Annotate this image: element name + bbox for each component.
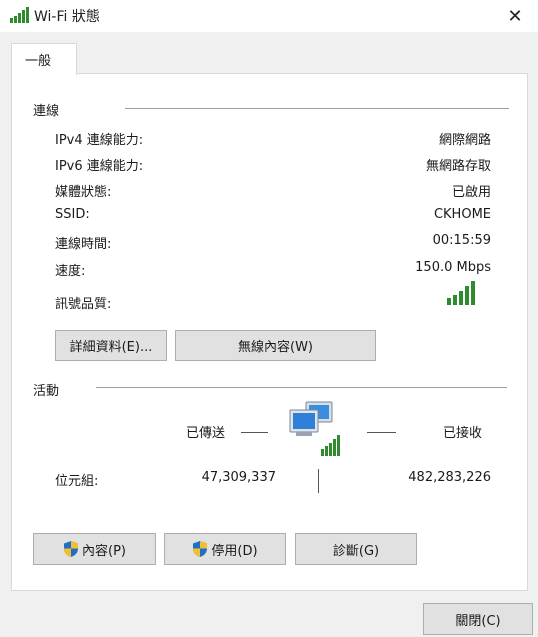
connection-section-title: 連線 <box>33 104 60 119</box>
bytes-sent-value: 47,309,337 <box>201 470 276 485</box>
activity-section-title: 活動 <box>33 384 60 399</box>
media-state-label: 媒體狀態: <box>55 185 112 200</box>
signal-strength-icon <box>447 281 475 305</box>
network-computers-icon <box>289 401 340 456</box>
uac-shield-icon <box>193 541 208 557</box>
wifi-signal-icon <box>10 7 29 23</box>
bytes-divider <box>318 469 319 493</box>
details-button-label: 詳細資料(E)... <box>69 340 153 355</box>
close-icon: ✕ <box>507 5 523 27</box>
uac-shield-icon <box>64 541 78 557</box>
signal-quality-label: 訊號品質: <box>55 297 112 312</box>
disable-button-label: 停用(D) <box>211 543 258 559</box>
close-button[interactable]: 關閉(C) <box>423 603 533 635</box>
speed-label: 速度: <box>55 264 86 279</box>
diagnose-button-label: 診斷(G) <box>332 543 380 559</box>
duration-value: 00:15:59 <box>432 233 491 248</box>
media-state-value: 已啟用 <box>451 185 491 200</box>
title-bar: Wi-Fi 狀態 ✕ <box>0 0 538 32</box>
general-panel: 連線 IPv4 連線能力: 網際網路 IPv6 連線能力: 無網路存取 媒體狀態… <box>11 73 528 591</box>
details-button[interactable]: 詳細資料(E)... <box>55 330 167 361</box>
bytes-received-value: 482,283,226 <box>408 470 491 485</box>
sent-label: 已傳送 <box>186 426 226 441</box>
ipv4-value: 網際網路 <box>438 133 491 148</box>
properties-button[interactable]: 內容(P) <box>33 533 156 565</box>
ssid-value: CKHOME <box>433 207 491 222</box>
speed-value: 150.0 Mbps <box>415 260 491 275</box>
disable-button[interactable]: 停用(D) <box>164 533 286 565</box>
activity-divider <box>96 387 507 388</box>
tab-general[interactable]: 一般 <box>11 43 77 75</box>
duration-label: 連線時間: <box>55 237 112 252</box>
ipv4-label: IPv4 連線能力: <box>55 133 144 148</box>
bytes-label: 位元組: <box>55 474 99 489</box>
ipv6-label: IPv6 連線能力: <box>55 159 144 174</box>
properties-button-label: 內容(P) <box>82 543 126 559</box>
connection-divider <box>125 108 509 109</box>
received-label: 已接收 <box>443 426 483 441</box>
wireless-properties-label: 無線內容(W) <box>238 340 313 355</box>
tab-general-label: 一般 <box>25 54 52 69</box>
received-line <box>367 432 396 433</box>
diagnose-button[interactable]: 診斷(G) <box>295 533 417 565</box>
sent-line <box>241 432 268 433</box>
wireless-properties-button[interactable]: 無線內容(W) <box>175 330 376 361</box>
ipv6-value: 無網路存取 <box>425 159 491 174</box>
close-window-button[interactable]: ✕ <box>492 0 538 32</box>
close-button-label: 關閉(C) <box>455 613 501 629</box>
window-title: Wi-Fi 狀態 <box>34 9 100 25</box>
ssid-label: SSID: <box>55 207 90 222</box>
